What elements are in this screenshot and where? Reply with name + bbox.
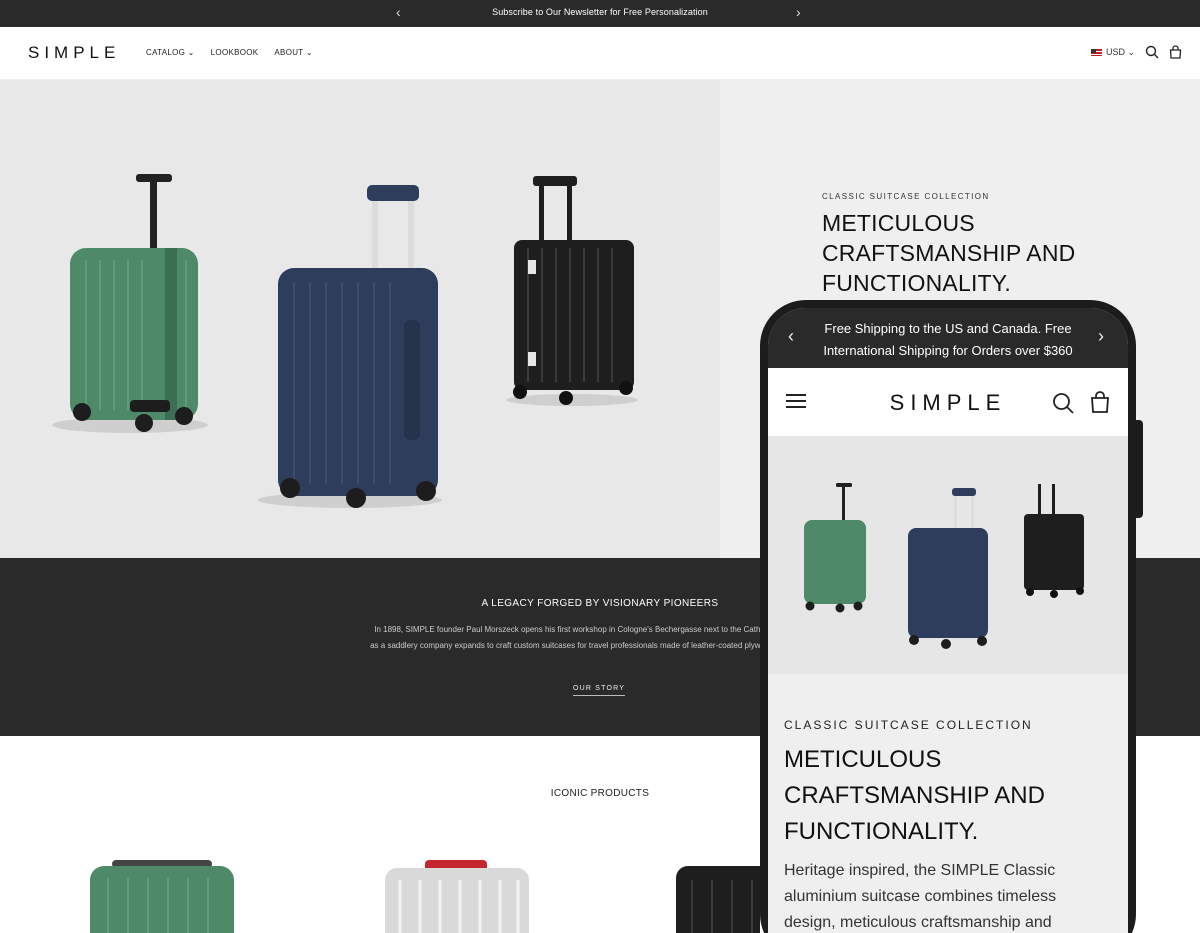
suitcases-illustration bbox=[52, 174, 638, 508]
search-icon[interactable] bbox=[1145, 45, 1159, 59]
chevron-right-icon[interactable]: › bbox=[796, 4, 801, 20]
product-grid bbox=[90, 860, 760, 933]
nav-lookbook[interactable]: LOOKBOOK bbox=[211, 48, 259, 57]
mobile-hero-image bbox=[768, 436, 1128, 674]
nav-about[interactable]: ABOUT ⌄ bbox=[274, 48, 312, 57]
product-card-black[interactable] bbox=[676, 866, 760, 933]
announcement-bar: ‹ Subscribe to Our Newsletter for Free P… bbox=[0, 0, 1200, 27]
hero-image bbox=[0, 80, 720, 558]
mobile-hero-text: CLASSIC SUITCASE COLLECTION METICULOUS C… bbox=[768, 674, 1128, 933]
nav-catalog[interactable]: CATALOG ⌄ bbox=[146, 48, 195, 57]
flag-us-icon bbox=[1090, 48, 1102, 56]
search-icon[interactable] bbox=[1052, 392, 1074, 414]
product-card-green[interactable] bbox=[90, 860, 234, 933]
navy-suitcase bbox=[258, 185, 442, 508]
mobile-suitcases-illustration bbox=[804, 483, 1084, 649]
chevron-right-icon[interactable]: › bbox=[1098, 326, 1104, 347]
main-nav: CATALOG ⌄ LOOKBOOK ABOUT ⌄ bbox=[146, 48, 313, 57]
mobile-description: Heritage inspired, the SIMPLE Classic al… bbox=[784, 862, 1057, 931]
mobile-eyebrow: CLASSIC SUITCASE COLLECTION bbox=[784, 718, 1033, 732]
mobile-announcement-text: Free Shipping to the US and Canada. Free… bbox=[823, 321, 1073, 358]
mobile-screen: ‹ Free Shipping to the US and Canada. Fr… bbox=[768, 308, 1128, 933]
header-actions: USD ⌄ bbox=[1090, 45, 1182, 59]
mobile-title-line: METICULOUS bbox=[784, 746, 942, 773]
mobile-mockup: ‹ Free Shipping to the US and Canada. Fr… bbox=[760, 300, 1136, 933]
black-suitcase bbox=[506, 176, 638, 406]
currency-selector[interactable]: USD ⌄ bbox=[1090, 46, 1135, 58]
hero-title-line: METICULOUS bbox=[822, 210, 975, 236]
currency-label: USD ⌄ bbox=[1105, 46, 1135, 57]
mobile-announcement-bar: ‹ Free Shipping to the US and Canada. Fr… bbox=[768, 308, 1128, 368]
announcement-text: Subscribe to Our Newsletter for Free Per… bbox=[492, 7, 708, 17]
mobile-title-line: CRAFTSMANSHIP AND bbox=[784, 782, 1045, 809]
mobile-title-line: FUNCTIONALITY. bbox=[784, 818, 979, 845]
site-header: SIMPLE CATALOG ⌄ LOOKBOOK ABOUT ⌄ USD ⌄ bbox=[0, 27, 1200, 80]
bag-icon[interactable] bbox=[1169, 45, 1182, 59]
hero-title-line: CRAFTSMANSHIP AND bbox=[822, 240, 1076, 266]
chevron-left-icon[interactable]: ‹ bbox=[788, 326, 794, 347]
product-card-silver[interactable] bbox=[385, 860, 529, 933]
our-story-link[interactable]: OUR STORY bbox=[573, 685, 626, 696]
bag-icon[interactable] bbox=[1090, 391, 1110, 413]
hero-title: METICULOUS CRAFTSMANSHIP AND FUNCTIONALI… bbox=[822, 208, 1075, 298]
hero-eyebrow: CLASSIC SUITCASE COLLECTION bbox=[822, 192, 990, 201]
mobile-header: SIMPLE bbox=[768, 368, 1128, 436]
mobile-logo[interactable]: SIMPLE bbox=[768, 390, 1128, 416]
green-suitcase bbox=[52, 174, 208, 433]
logo[interactable]: SIMPLE bbox=[28, 43, 120, 63]
mobile-title: METICULOUS CRAFTSMANSHIP AND FUNCTIONALI… bbox=[784, 742, 1045, 850]
hero-title-line: FUNCTIONALITY. bbox=[822, 270, 1011, 296]
